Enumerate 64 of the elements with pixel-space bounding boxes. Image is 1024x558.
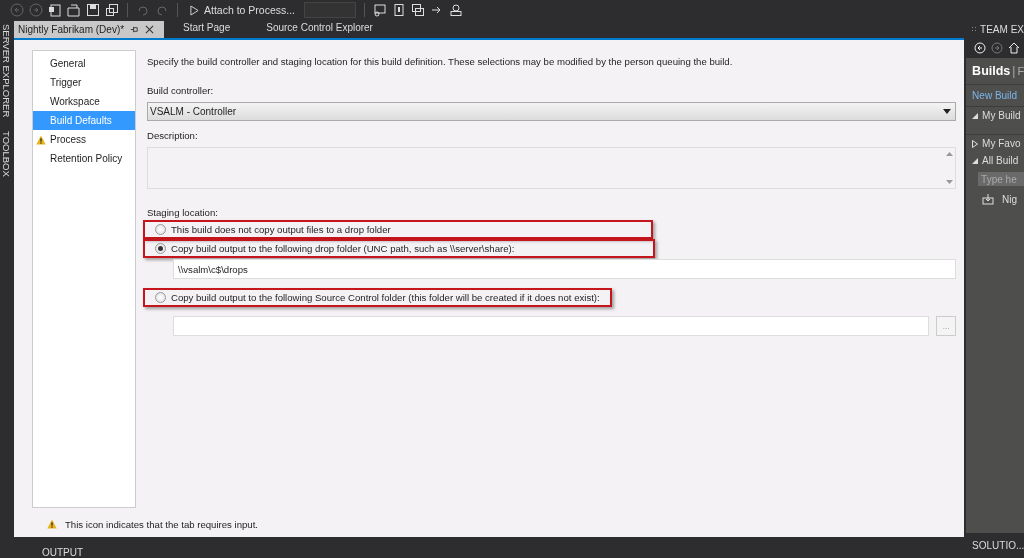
side-tab[interactable]: SERVER EXPLORER <box>1 24 13 118</box>
home-icon[interactable] <box>1008 42 1021 54</box>
new-build-link[interactable]: New Build <box>972 90 1018 101</box>
build-item[interactable]: Nig <box>972 190 1024 208</box>
radio-button[interactable] <box>154 224 166 235</box>
output-tab[interactable]: OUTPUT <box>41 547 84 558</box>
close-icon[interactable] <box>145 25 155 34</box>
find-icon[interactable] <box>373 3 388 17</box>
nav-item[interactable]: Process <box>32 130 135 149</box>
collapsed-arrow-icon[interactable] <box>972 139 979 148</box>
radio-label: Copy build output to the following drop folder (UNC path, such as \\server\share): <box>170 243 515 254</box>
warning-icon <box>46 519 57 529</box>
dropdown-arrow-icon <box>943 109 952 114</box>
controller-dropdown[interactable]: VSALM - Controller <box>146 102 957 121</box>
nav-item[interactable]: Workspace <box>32 92 135 111</box>
build-icon <box>982 193 995 205</box>
save-all-icon[interactable] <box>105 3 119 17</box>
radio-option[interactable]: This build does not copy output files to a drop folder <box>154 224 641 235</box>
undo-icon[interactable] <box>136 3 150 17</box>
document-tab[interactable]: Nightly Fabrikam (Dev)* <box>13 21 164 38</box>
windows-icon[interactable] <box>411 3 426 17</box>
description-field[interactable] <box>146 147 957 189</box>
document-icon[interactable] <box>392 3 407 17</box>
heading-separator: | <box>1012 64 1016 78</box>
section-header[interactable]: My Build <box>972 107 1024 124</box>
play-icon <box>190 4 199 16</box>
radio-button[interactable] <box>154 243 166 254</box>
source-folder-field[interactable] <box>172 316 930 336</box>
side-tab[interactable]: TOOLBOX <box>1 131 13 178</box>
save-icon[interactable] <box>86 3 100 17</box>
footer-note: This icon indicates that the tab requires input. <box>64 518 259 530</box>
nav-item[interactable]: General <box>32 54 135 73</box>
attach-button[interactable]: Attach to Process... <box>186 4 300 16</box>
browse-button[interactable]: ... <box>936 316 957 336</box>
panel-title: TEAM EX <box>980 23 1024 35</box>
drop-folder-field[interactable]: \\vsalm\c$\drops <box>172 259 957 279</box>
panel-tab[interactable]: SOLUTIO... <box>972 540 1024 551</box>
forward-icon[interactable] <box>991 42 1004 54</box>
field-label: Staging location: <box>146 207 219 218</box>
search-field[interactable]: Type he <box>978 172 1024 186</box>
radio-button[interactable] <box>154 292 166 303</box>
people-icon[interactable] <box>449 3 464 17</box>
warning-icon <box>35 134 46 145</box>
radio-option[interactable]: Copy build output to the following drop folder (UNC path, such as \\server\share): <box>154 243 643 254</box>
scroll-up-icon[interactable] <box>945 152 953 156</box>
new-project-icon[interactable] <box>48 3 62 17</box>
pin-icon[interactable] <box>130 25 140 34</box>
expanded-arrow-icon[interactable] <box>972 112 979 119</box>
section-header[interactable]: All Build <box>972 152 1024 169</box>
field-label: Description: <box>146 130 199 141</box>
nav-item[interactable]: Trigger <box>32 73 135 92</box>
heading-link[interactable]: F <box>1017 65 1024 77</box>
document-tab[interactable]: Start Page <box>179 19 240 38</box>
radio-label: This build does not copy output files to a drop folder <box>170 224 391 235</box>
open-folder-icon[interactable] <box>67 3 81 17</box>
section-header[interactable]: My Favo <box>972 135 1024 152</box>
document-tab[interactable]: Source Control Explorer <box>263 19 382 38</box>
intro-text: Specify the build controller and staging location for this build definition. These selections may be modified by the person queuing the build. <box>146 56 734 67</box>
redo-icon[interactable] <box>155 3 169 17</box>
field-label: Build controller: <box>146 85 215 96</box>
nav-item[interactable]: Retention Policy <box>32 149 135 168</box>
panel-heading: Builds <box>972 64 1011 78</box>
scroll-down-icon[interactable] <box>945 180 953 184</box>
expanded-arrow-icon[interactable] <box>972 157 979 164</box>
